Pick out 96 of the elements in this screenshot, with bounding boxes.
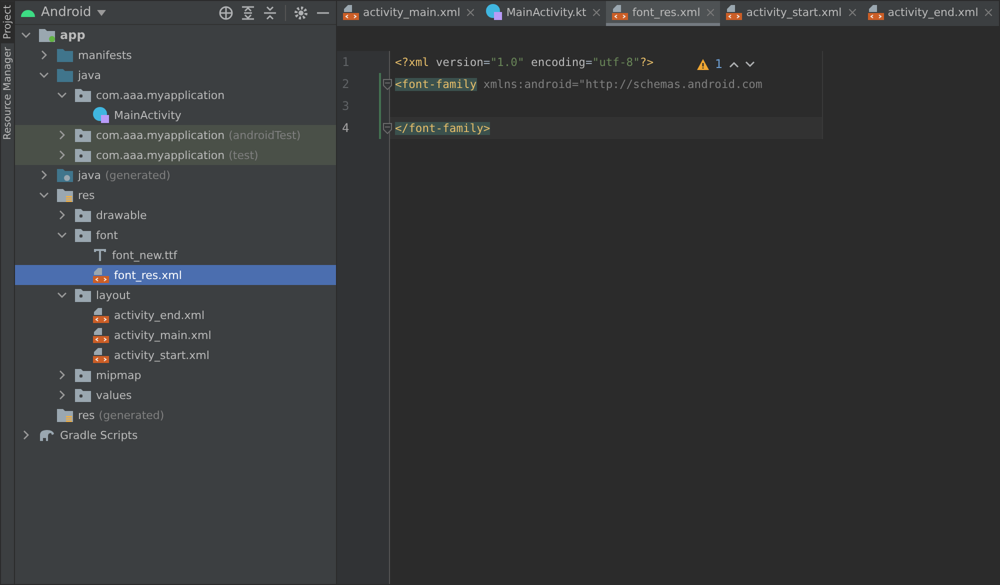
tree-item[interactable]: res (generated) — [15, 405, 336, 425]
tree-item-label: activity_end.xml — [114, 308, 205, 322]
tree-item[interactable]: values — [15, 385, 336, 405]
fold-marker-icon[interactable] — [383, 123, 392, 134]
tree-item-label: java — [78, 168, 102, 182]
warning-icon[interactable] — [697, 58, 709, 70]
tree-item-label: mipmap — [96, 368, 142, 382]
dropdown-caret-icon — [97, 10, 106, 16]
package-folder-icon — [75, 368, 91, 382]
collapse-all-icon[interactable] — [263, 6, 277, 20]
kotlin-class-icon — [93, 107, 109, 123]
view-selector[interactable]: Android — [21, 5, 106, 20]
tree-item-label: manifests — [78, 48, 132, 62]
side-tab[interactable]: Resource Manager — [1, 43, 14, 144]
tree-item[interactable]: mipmap — [15, 365, 336, 385]
font-file-icon — [93, 248, 107, 262]
tree-item[interactable]: layout — [15, 285, 336, 305]
tree-item-label: font — [96, 228, 118, 242]
module-folder-icon — [39, 28, 55, 42]
tree-item[interactable]: com.aaa.myapplication (androidTest) — [15, 125, 336, 145]
crosshair-icon[interactable] — [219, 6, 233, 20]
expand-all-icon[interactable] — [241, 6, 255, 20]
folder-icon — [57, 48, 73, 62]
package-folder-icon — [75, 388, 91, 402]
editor-tab[interactable]: font_res.xml — [606, 1, 720, 26]
tree-item-suffix: (test) — [228, 148, 258, 162]
tree-item-suffix: (androidTest) — [228, 128, 301, 142]
tree-item[interactable]: manifests — [15, 45, 336, 65]
tree-item-label: com.aaa.myapplication — [96, 148, 225, 162]
tree-item-label: layout — [96, 288, 130, 302]
folder-icon — [57, 68, 73, 82]
xml-file-icon — [93, 308, 109, 322]
tree-item[interactable]: activity_start.xml — [15, 345, 336, 365]
tree-item[interactable]: java (generated) — [15, 165, 336, 185]
close-icon[interactable] — [848, 8, 856, 16]
tree-item-label: drawable — [96, 208, 147, 222]
tree-item-label: font_res.xml — [114, 268, 182, 282]
tree-item[interactable]: com.aaa.myapplication (test) — [15, 145, 336, 165]
tree-item[interactable]: Gradle Scripts — [15, 425, 336, 445]
close-icon[interactable] — [467, 8, 474, 16]
xml-file-icon — [612, 4, 628, 20]
xml-file-icon — [93, 268, 109, 282]
settings-icon[interactable] — [294, 6, 308, 20]
package-folder-icon — [75, 128, 91, 142]
tree-item-label: activity_main.xml — [114, 328, 212, 342]
tree-item[interactable]: java — [15, 65, 336, 85]
package-folder-icon — [75, 88, 91, 102]
tree-item[interactable]: drawable — [15, 205, 336, 225]
editor-tab[interactable]: activity_start.xml — [720, 1, 862, 26]
tree-item[interactable]: res — [15, 185, 336, 205]
tree-item[interactable]: MainActivity — [15, 105, 336, 125]
package-folder-icon — [75, 288, 91, 302]
tree-item[interactable]: activity_end.xml — [15, 305, 336, 325]
close-icon[interactable] — [985, 8, 992, 16]
close-icon[interactable] — [593, 8, 600, 16]
tree-item-label: com.aaa.myapplication — [96, 128, 225, 142]
tree-item-label: Gradle Scripts — [60, 428, 138, 442]
resource-folder-icon — [57, 188, 73, 202]
package-folder-icon — [75, 148, 91, 162]
editor-tab[interactable]: activity_end.xml — [862, 1, 998, 26]
package-folder-icon — [75, 228, 91, 242]
tree-item[interactable]: app — [15, 25, 336, 45]
tree-item[interactable]: com.aaa.myapplication — [15, 85, 336, 105]
line-number: 4 — [337, 117, 389, 139]
elephant-icon — [39, 429, 55, 441]
tree-item[interactable]: font — [15, 225, 336, 245]
tree-item-suffix: (generated) — [105, 168, 170, 182]
kotlin-class-icon — [486, 4, 502, 20]
tree-item[interactable]: font_new.ttf — [15, 245, 336, 265]
tree-item-label: font_new.ttf — [112, 248, 178, 262]
xml-file-icon — [343, 4, 359, 20]
xml-file-icon — [93, 328, 109, 342]
android-icon — [21, 8, 35, 17]
code-line: <font-family xmlns:android="http://schemas.android.com — [390, 73, 823, 95]
tree-item-label: app — [60, 28, 86, 42]
tree-item-label: res — [78, 408, 95, 422]
tree-item[interactable]: font_res.xml — [15, 265, 336, 285]
tree-item[interactable]: activity_main.xml — [15, 325, 336, 345]
generated-folder-icon — [57, 168, 73, 182]
tree-item-label: java — [78, 68, 102, 82]
tree-item-suffix: (generated) — [98, 408, 164, 422]
xml-file-icon — [726, 4, 742, 20]
tree-item-label: values — [96, 388, 132, 402]
tree-item-label: res — [78, 188, 95, 202]
tree-item-label: com.aaa.myapplication — [96, 88, 225, 102]
tree-item-label: activity_start.xml — [114, 348, 210, 362]
tree-item-label: MainActivity — [114, 108, 182, 122]
fold-marker-icon[interactable] — [383, 79, 392, 90]
editor-tab[interactable]: activity_main.xml — [337, 1, 480, 26]
xml-file-icon — [868, 4, 884, 20]
resource-folder-icon — [57, 408, 73, 422]
side-tab[interactable]: Project — [1, 1, 14, 44]
warning-count: 1 — [715, 57, 723, 71]
package-folder-icon — [75, 208, 91, 222]
xml-file-icon — [93, 348, 109, 362]
editor-tab[interactable]: MainActivity.kt — [480, 1, 606, 26]
